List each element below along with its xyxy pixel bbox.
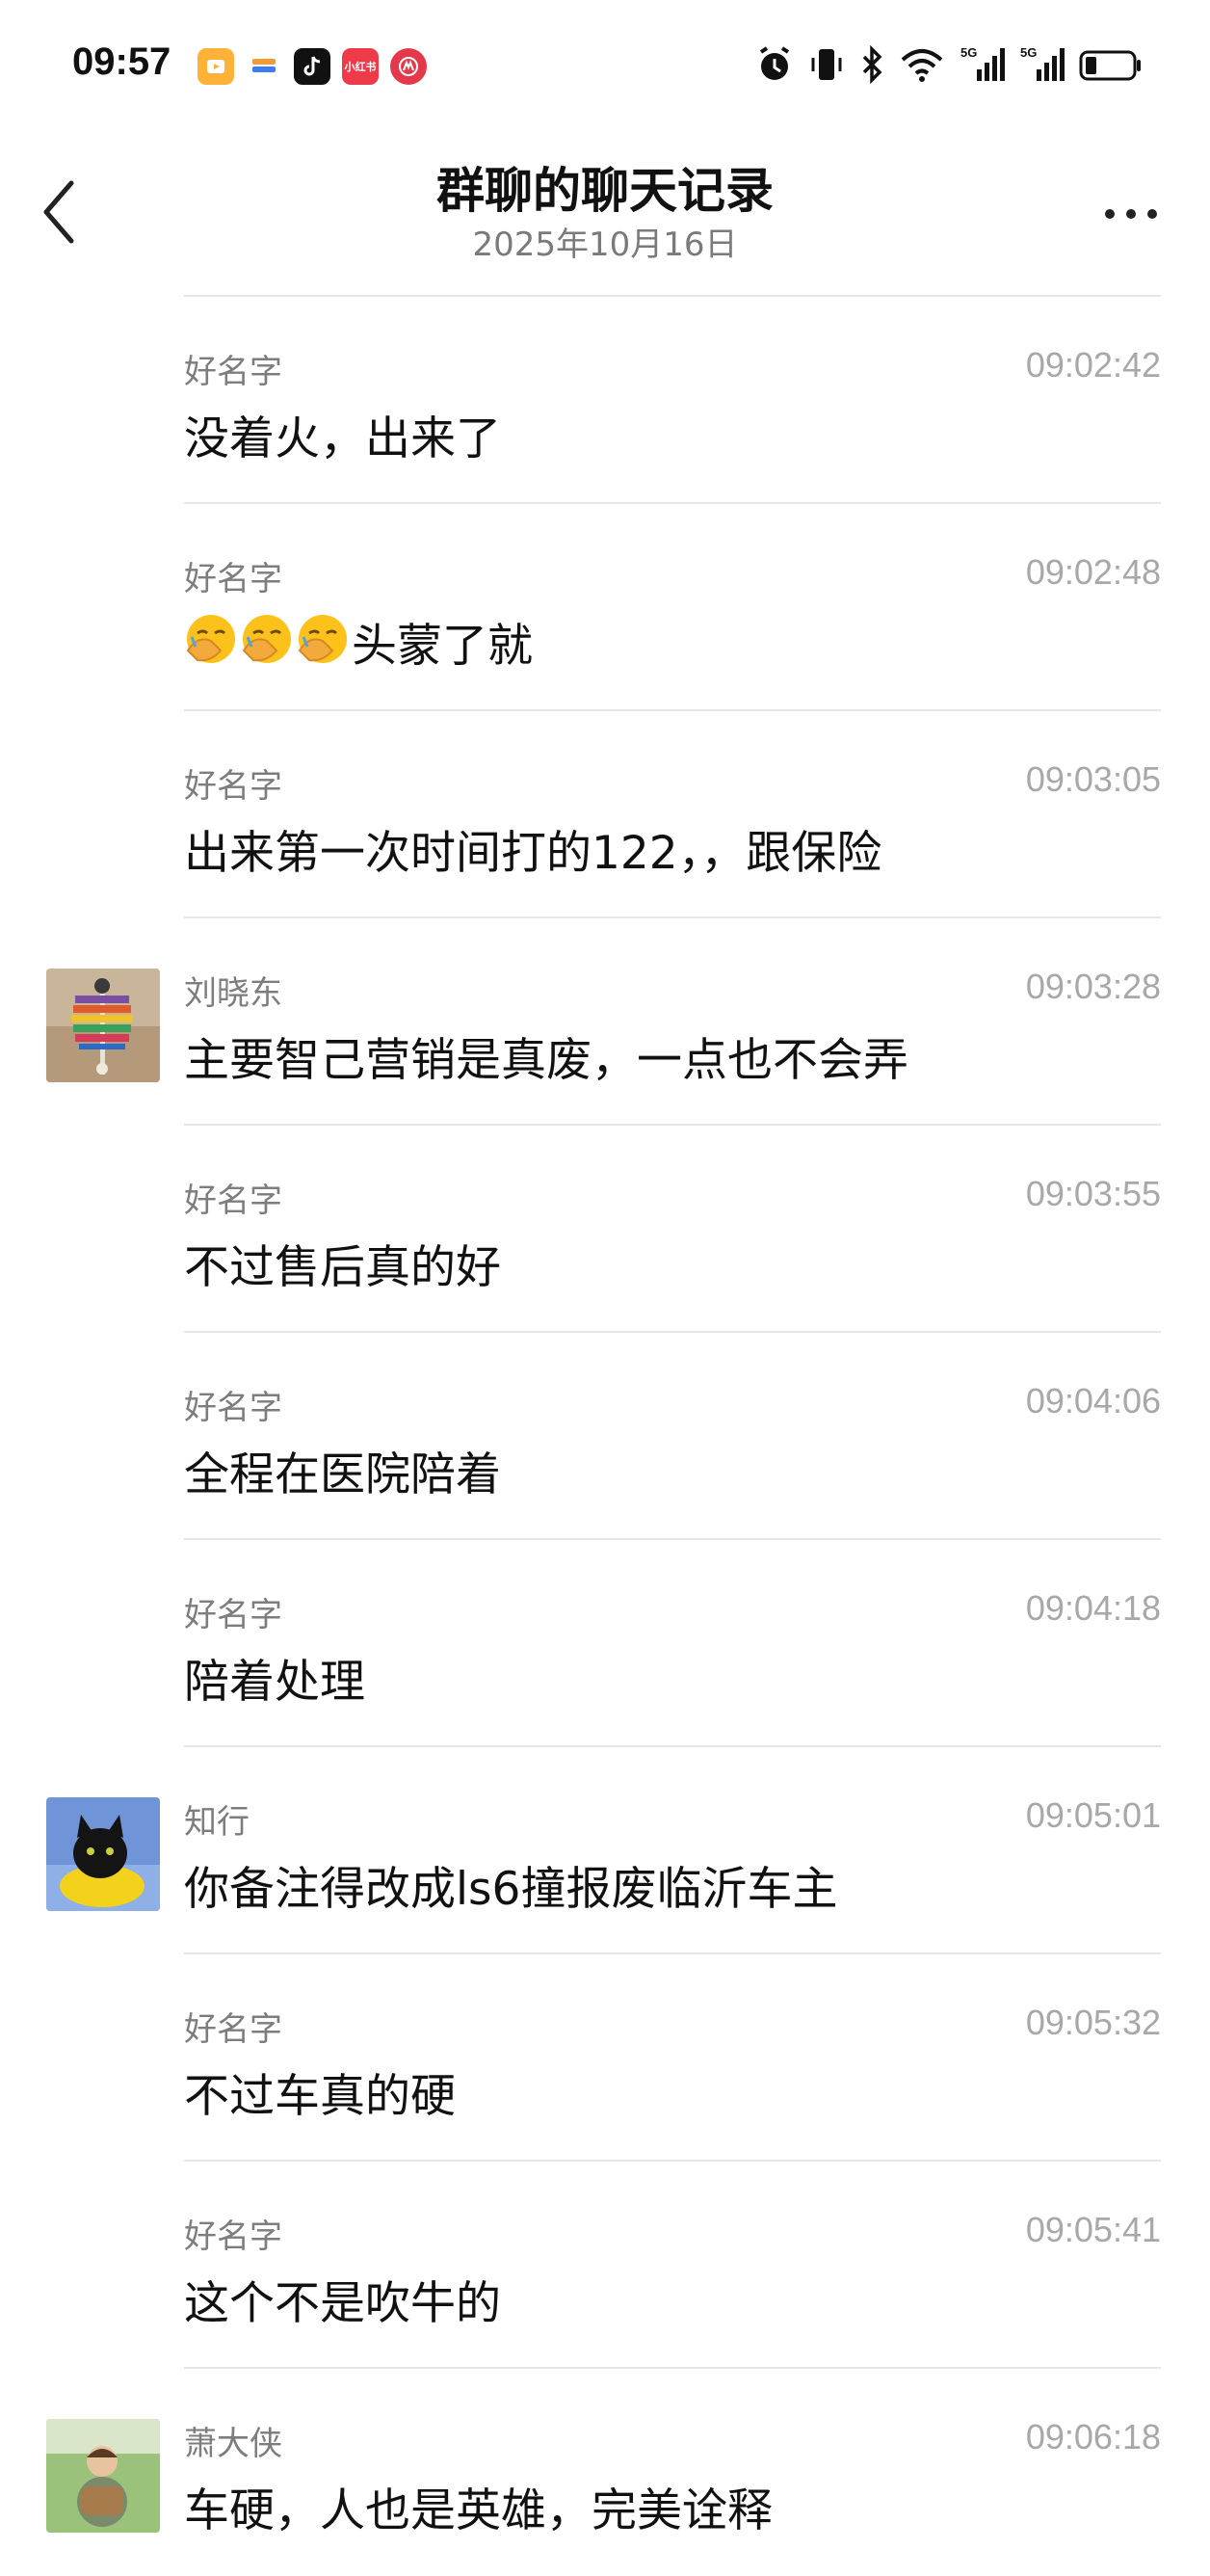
cellular-signal-icon: 5G [960, 45, 1005, 81]
xiaohongshu-icon: 小红书 [342, 48, 379, 85]
message-item[interactable]: 好名字 09:05:32 不过车真的硬 [0, 1954, 1210, 2162]
sender-name: 知行 [184, 1803, 250, 1842]
sender-name: 好名字 [184, 2217, 282, 2256]
page-title: 群聊的聊天记录 [436, 163, 774, 219]
facepalm-emoji-icon [242, 614, 291, 663]
wifi-icon [901, 49, 943, 82]
sender-name: 刘晓东 [184, 974, 282, 1013]
message-text: 不过售后真的好 [184, 1241, 501, 1294]
message-text: 车硬，人也是英雄，完美诠释 [184, 2484, 773, 2537]
message-text: 出来第一次时间打的122，，跟保险 [184, 827, 882, 880]
bank-app-icon [390, 48, 427, 85]
notification-app-icons: 小红书 [197, 48, 427, 85]
message-text: 没着火，出来了 [184, 412, 501, 465]
avatar[interactable] [46, 2419, 160, 2533]
cellular-signal-icon: 5G [1020, 45, 1065, 81]
message-item[interactable]: 好名字 09:02:42 没着火，出来了 [0, 297, 1210, 504]
tiktok-icon [294, 48, 330, 85]
avatar[interactable] [46, 1797, 160, 1911]
message-text: 你备注得改成ls6撞报废临沂车主 [184, 1863, 838, 1916]
system-status-icons: 5G 5G [755, 44, 1143, 85]
message-text: 全程在医院陪着 [184, 1448, 501, 1501]
facepalm-emoji-icon [298, 614, 347, 663]
message-text-with-emoji: 头蒙了就 [184, 608, 533, 675]
message-time: 09:04:06 [1025, 1381, 1161, 1421]
message-item[interactable]: 好名字 09:02:48 头蒙了就 [0, 504, 1210, 711]
vibrate-icon [811, 49, 842, 80]
message-text: 主要智己营销是真废，一点也不会弄 [184, 1034, 908, 1087]
message-time: 09:03:55 [1025, 1174, 1161, 1213]
alarm-icon [759, 46, 790, 80]
message-list[interactable]: 好名字 09:02:42 没着火，出来了 好名字 09:02:48 头蒙了就 好… [0, 297, 1210, 2576]
message-time: 09:04:18 [1025, 1588, 1161, 1628]
black-cat-avatar-image [46, 1797, 160, 1911]
message-time: 09:06:18 [1025, 2417, 1161, 2456]
status-time: 09:57 [72, 40, 171, 83]
child-on-grass-avatar-image [46, 2419, 160, 2533]
page-subtitle-date: 2025年10月16日 [472, 226, 738, 264]
more-options-button[interactable] [1100, 195, 1162, 233]
battery-icon [1079, 50, 1141, 81]
message-time: 09:02:42 [1025, 345, 1161, 385]
avatar[interactable] [46, 969, 160, 1082]
nav-bar: 群聊的聊天记录 2025年10月16日 [0, 135, 1210, 289]
message-text: 这个不是吹牛的 [184, 2277, 501, 2330]
facepalm-emoji-icon [186, 614, 235, 663]
sender-name: 好名字 [184, 1596, 282, 1634]
message-item[interactable]: 好名字 09:03:05 出来第一次时间打的122，，跟保险 [0, 711, 1210, 918]
message-text: 不过车真的硬 [184, 2070, 456, 2123]
bluetooth-icon [862, 44, 882, 85]
sender-name: 好名字 [184, 1389, 282, 1427]
video-app-icon [197, 48, 234, 85]
sender-name: 好名字 [184, 1182, 282, 1220]
message-item[interactable]: 刘晓东 09:03:28 主要智己营销是真废，一点也不会弄 [0, 918, 1210, 1126]
sender-name: 好名字 [184, 767, 282, 806]
message-item[interactable]: 知行 09:05:01 你备注得改成ls6撞报废临沂车主 [0, 1747, 1210, 1954]
message-item[interactable]: 萧大侠 09:06:18 车硬，人也是英雄，完美诠释 [0, 2369, 1210, 2576]
sender-name: 好名字 [184, 560, 282, 598]
message-text: 陪着处理 [184, 1656, 365, 1709]
message-time: 09:05:41 [1025, 2210, 1161, 2249]
message-item[interactable]: 好名字 09:05:41 这个不是吹牛的 [0, 2162, 1210, 2369]
message-time: 09:03:28 [1025, 967, 1161, 1006]
more-dots-icon [1105, 209, 1157, 219]
status-bar: 09:57 小红书 5G 5G [0, 0, 1210, 135]
message-time: 09:05:32 [1025, 2003, 1161, 2042]
sender-name: 好名字 [184, 353, 282, 391]
message-time: 09:03:05 [1025, 759, 1161, 799]
message-time: 09:05:01 [1025, 1795, 1161, 1835]
message-text: 头蒙了就 [352, 620, 533, 673]
wallet-app-icon [246, 48, 282, 85]
network-type-label: 5G [1020, 45, 1037, 60]
message-time: 09:02:48 [1025, 552, 1161, 592]
sender-name: 萧大侠 [184, 2425, 282, 2463]
message-item[interactable]: 好名字 09:04:06 全程在医院陪着 [0, 1333, 1210, 1540]
message-item[interactable]: 好名字 09:03:55 不过售后真的好 [0, 1126, 1210, 1333]
sender-name: 好名字 [184, 2010, 282, 2049]
message-item[interactable]: 好名字 09:04:18 陪着处理 [0, 1540, 1210, 1747]
network-type-label: 5G [960, 45, 977, 60]
pinwheel-photo-avatar-image [46, 969, 160, 1082]
